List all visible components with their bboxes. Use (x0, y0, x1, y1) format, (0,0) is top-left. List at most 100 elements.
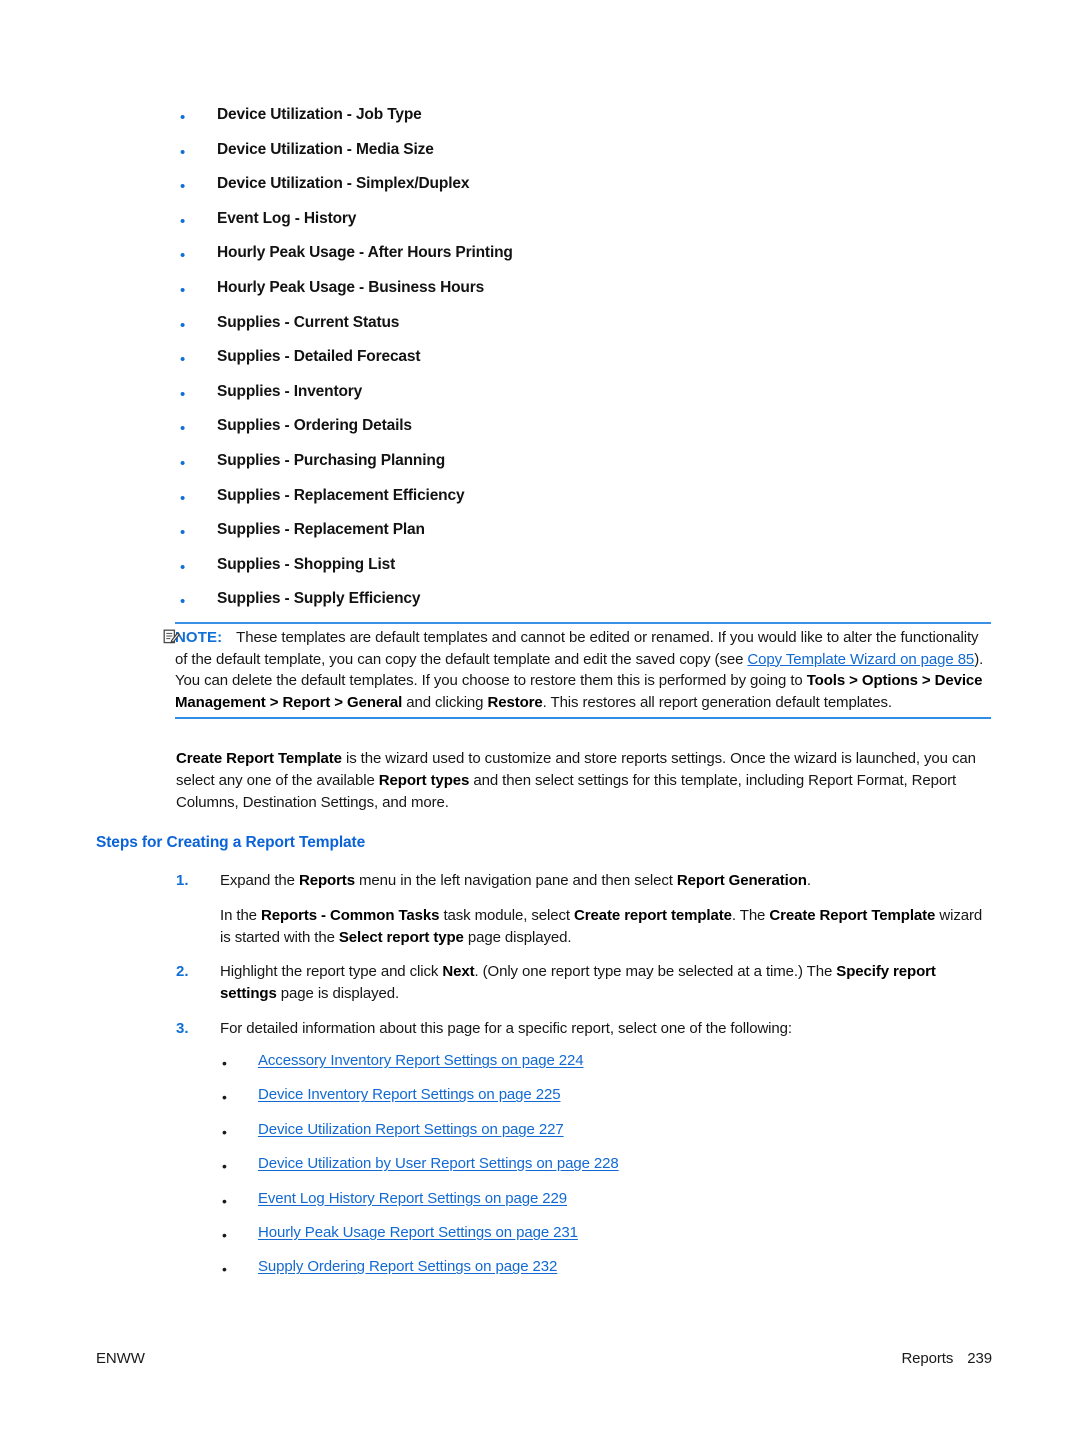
list-item: Hourly Peak Usage Report Settings on pag… (222, 1222, 992, 1256)
step-text-run: . The (731, 906, 770, 924)
note-text-3: and clicking (402, 693, 488, 711)
bullet-icon (180, 173, 217, 197)
list-item: Device Utilization - Media Size (180, 139, 1000, 174)
bullet-icon (222, 1050, 258, 1074)
note-bottom-rule (175, 717, 991, 720)
step-text-run: page displayed. (463, 928, 572, 946)
footer-page-number: 239 (967, 1350, 992, 1367)
step-text-line: Highlight the report type and click Next… (220, 961, 992, 1005)
list-item: Supply Ordering Report Settings on page … (222, 1256, 992, 1290)
bullet-icon (222, 1222, 258, 1246)
list-item: Event Log - History (180, 208, 1000, 243)
step-text-run: Expand the (220, 872, 299, 889)
step-text: Highlight the report type and click Next… (220, 961, 992, 1005)
bullet-icon (180, 450, 217, 474)
list-item: Supplies - Detailed Forecast (180, 346, 1000, 381)
step-keyword: Reports (298, 872, 355, 889)
list-item-label: Supplies - Inventory (217, 382, 363, 400)
list-item: Accessory Inventory Report Settings on p… (222, 1050, 992, 1084)
report-settings-link[interactable]: Event Log History Report Settings on pag… (258, 1188, 567, 1209)
step-item: 2. Highlight the report type and click Ne… (176, 961, 992, 1005)
list-item-label: Hourly Peak Usage - Business Hours (217, 278, 485, 296)
document-page: Device Utilization - Job Type Device Util… (0, 0, 1080, 1437)
step-keyword: Create report template (574, 906, 732, 924)
list-item: Device Inventory Report Settings on page… (222, 1084, 992, 1118)
step-keyword: Select report type (338, 928, 464, 946)
step-text-run: . (Only one report type may be selected … (474, 963, 837, 981)
note-body: NOTE: These templates are default templat… (163, 624, 991, 717)
list-item: Supplies - Purchasing Planning (180, 450, 1000, 485)
list-item-label: Supplies - Ordering Details (217, 417, 412, 435)
bullet-icon (180, 242, 217, 266)
bullet-icon (180, 346, 217, 370)
bullet-icon (180, 381, 217, 405)
list-item-label: Supplies - Shopping List (217, 555, 396, 573)
step-text-run: For detailed information about this page… (220, 1019, 792, 1037)
step-text-run: In the (220, 906, 261, 924)
list-item-label: Supplies - Supply Efficiency (217, 590, 421, 608)
note-pencil-icon (163, 628, 181, 645)
step-keyword: Create Report Template (769, 906, 936, 924)
step-text-run: menu in the left navigation pane and the… (354, 872, 677, 889)
list-item-label: Supplies - Detailed Forecast (217, 348, 421, 366)
list-item-label: Supplies - Current Status (217, 313, 400, 331)
note-text-4: . This restores all report generation de… (542, 693, 892, 711)
bullet-icon (180, 139, 217, 163)
section-heading: Steps for Creating a Report Template (96, 834, 366, 851)
list-item: Supplies - Shopping List (180, 554, 1000, 589)
bullet-icon (180, 519, 217, 543)
crt-report-types-keyword: Report types (378, 771, 470, 789)
step-text-run: Highlight the report type and click (220, 963, 443, 981)
note-callout: NOTE: These templates are default templat… (163, 622, 991, 720)
step-text-run: page is displayed. (276, 985, 400, 1003)
step-text-run: . (806, 872, 811, 889)
list-item-label: Device Utilization - Media Size (217, 140, 434, 158)
report-settings-link[interactable]: Hourly Peak Usage Report Settings on pag… (258, 1222, 578, 1243)
report-settings-link[interactable]: Device Inventory Report Settings on page… (258, 1084, 561, 1105)
copy-template-wizard-link[interactable]: Copy Template Wizard on page 85 (747, 651, 974, 668)
list-item: Supplies - Replacement Efficiency (180, 485, 1000, 520)
note-label: NOTE: (175, 629, 223, 646)
list-item: Supplies - Ordering Details (180, 415, 1000, 450)
list-item: Supplies - Replacement Plan (180, 519, 1000, 554)
default-template-list: Device Utilization - Job Type Device Util… (180, 104, 1000, 623)
list-item-label: Supplies - Replacement Efficiency (217, 486, 465, 504)
report-settings-link-list: Accessory Inventory Report Settings on p… (222, 1050, 992, 1291)
page-footer: ENWW Reports 239 (96, 1350, 992, 1367)
bullet-icon (222, 1256, 258, 1280)
list-item: Supplies - Supply Efficiency (180, 588, 1000, 623)
bullet-icon (180, 312, 217, 336)
list-item: Device Utilization - Simplex/Duplex (180, 173, 1000, 208)
footer-right: Reports 239 (901, 1350, 992, 1367)
report-settings-link[interactable]: Device Utilization Report Settings on pa… (258, 1119, 564, 1140)
crt-lead-keyword: Create Report Template (176, 750, 342, 767)
step-number: 2. (176, 963, 189, 981)
list-item-label: Hourly Peak Usage - After Hours Printing (217, 244, 513, 262)
report-settings-link[interactable]: Supply Ordering Report Settings on page … (258, 1256, 557, 1277)
bullet-icon (180, 485, 217, 509)
bullet-icon (222, 1084, 258, 1108)
bullet-icon (180, 104, 217, 128)
bullet-icon (180, 277, 217, 301)
report-settings-link[interactable]: Accessory Inventory Report Settings on p… (258, 1050, 584, 1071)
bullet-icon (180, 554, 217, 578)
list-item: Device Utilization - Job Type (180, 104, 1000, 139)
step-continuation: In the Reports - Common Tasks task modul… (220, 905, 992, 949)
list-item: Event Log History Report Settings on pag… (222, 1188, 992, 1222)
step-keyword: Report Generation (676, 872, 807, 889)
bullet-icon (222, 1119, 258, 1143)
list-item-label: Supplies - Purchasing Planning (217, 451, 446, 469)
note-restore-keyword: Restore (487, 693, 543, 711)
step-text-line: For detailed information about this page… (220, 1018, 992, 1040)
step-text-line: Expand the Reports menu in the left navi… (220, 870, 992, 892)
bullet-icon (180, 415, 217, 439)
report-settings-link[interactable]: Device Utilization by User Report Settin… (258, 1153, 619, 1174)
bullet-icon (222, 1153, 258, 1177)
step-item: 1. Expand the Reports menu in the left na… (176, 870, 992, 948)
list-item-label: Supplies - Replacement Plan (217, 521, 425, 539)
step-item: 3. For detailed information about this pa… (176, 1018, 992, 1040)
bullet-icon (180, 588, 217, 612)
step-text-run: task module, select (439, 906, 575, 924)
create-report-template-paragraph: Create Report Template is the wizard use… (176, 748, 992, 813)
step-text: For detailed information about this page… (220, 1018, 992, 1040)
